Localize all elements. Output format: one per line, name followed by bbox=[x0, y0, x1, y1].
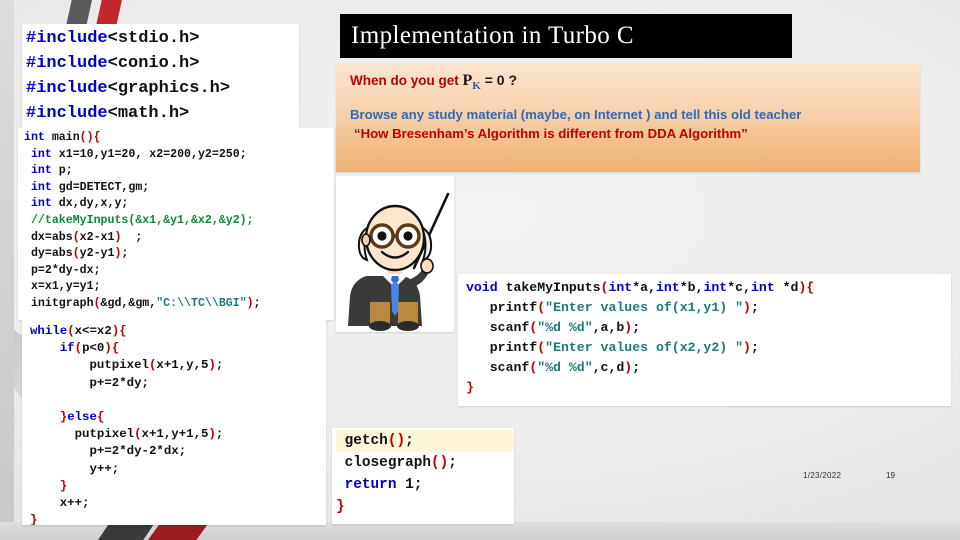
slide-canvas: Implementation in Turbo C When do you ge… bbox=[0, 0, 960, 540]
code-line: } bbox=[30, 513, 38, 525]
code-line: #include<conio.h> bbox=[26, 54, 200, 73]
code-line: printf("Enter values of(x1,y1) "); bbox=[466, 300, 759, 315]
callout-question-prefix: When do you get bbox=[350, 73, 463, 88]
code-line: p+=2*dy; bbox=[30, 375, 149, 390]
question-callout-box: When do you get PK = 0 ? Browse any stud… bbox=[336, 64, 920, 172]
chevron-decoration-gray-top bbox=[66, 0, 92, 26]
code-block-main: int main(){ int x1=10,y1=20, x2=200,y2=2… bbox=[18, 128, 334, 320]
code-line: closegraph(); bbox=[336, 455, 457, 471]
footer-date: 1/23/2022 bbox=[803, 471, 842, 480]
code-line: #include<graphics.h> bbox=[26, 79, 231, 98]
code-line: while(x<=x2){ bbox=[30, 324, 127, 338]
code-line: return 1; bbox=[344, 477, 423, 493]
footer-slide-number: 19 bbox=[886, 471, 895, 480]
callout-browse-line: Browse any study material (maybe, on Int… bbox=[350, 107, 802, 122]
code-line: //takeMyInputs(&x1,&y1,&x2,&y2); bbox=[24, 213, 254, 227]
teacher-illustration bbox=[336, 176, 454, 332]
code-line: #include<math.h> bbox=[26, 104, 190, 123]
chevron-decoration-red-top bbox=[96, 0, 122, 26]
code-line: } bbox=[466, 380, 474, 395]
code-line: } bbox=[336, 499, 345, 515]
code-line: void takeMyInputs(int*a,int*b,int*c,int … bbox=[466, 280, 815, 295]
code-block-includes: #include<stdio.h> #include<conio.h> #inclu… bbox=[22, 24, 299, 130]
code-line: }else{ bbox=[59, 410, 105, 425]
page-title: Implementation in Turbo C bbox=[351, 22, 634, 49]
code-line: y++; bbox=[30, 461, 120, 476]
code-line: int dx,dy,x,y; bbox=[30, 197, 129, 211]
code-line: dx=abs(x2-x1) ; bbox=[24, 230, 143, 244]
code-line: x++; bbox=[30, 496, 90, 511]
code-line: initgraph(&gd,&gm,"C:\\TC\\BGI"); bbox=[24, 296, 261, 310]
code-line: } bbox=[59, 478, 68, 493]
left-edge-strip bbox=[0, 0, 14, 540]
code-line: putpixel(x+1,y,5); bbox=[30, 358, 224, 373]
code-line: int x1=10,y1=20, x2=200,y2=250; bbox=[30, 147, 247, 161]
teacher-cartoon-svg bbox=[336, 176, 454, 332]
code-line: #include<stdio.h> bbox=[26, 29, 200, 48]
callout-task-line: “How Bresenham’s Algorithm is different … bbox=[354, 126, 748, 141]
slide-title-bar: Implementation in Turbo C bbox=[340, 14, 792, 58]
callout-pk-symbol: PK bbox=[462, 72, 481, 93]
code-line: int p; bbox=[30, 164, 73, 178]
callout-question-suffix: = 0 ? bbox=[480, 72, 518, 88]
code-line: putpixel(x+1,y+1,5); bbox=[30, 427, 224, 442]
code-line: dy=abs(y2-y1); bbox=[24, 247, 129, 261]
code-line: int gd=DETECT,gm; bbox=[30, 180, 150, 194]
code-line: scanf("%d %d",a,b); bbox=[466, 320, 641, 335]
code-line: p=2*dy-dx; bbox=[24, 263, 101, 277]
code-block-function: void takeMyInputs(int*a,int*b,int*c,int … bbox=[458, 274, 951, 406]
callout-question-line: When do you get PK = 0 ? bbox=[350, 72, 517, 92]
code-line: int main(){ bbox=[24, 131, 101, 144]
code-line: p+=2*dy-2*dx; bbox=[30, 444, 187, 459]
code-line: getch(); bbox=[336, 430, 514, 452]
code-line: if(p<0){ bbox=[59, 341, 120, 356]
code-line: printf("Enter values of(x2,y2) "); bbox=[466, 340, 759, 355]
code-block-while: while(x<=x2){ if(p<0){ putpixel(x+1,y,5)… bbox=[22, 320, 326, 525]
code-line: x=x1,y=y1; bbox=[24, 280, 101, 294]
code-line: scanf("%d %d",c,d); bbox=[466, 360, 641, 375]
code-block-cleanup: getch(); closegraph(); return 1;} bbox=[332, 428, 514, 524]
